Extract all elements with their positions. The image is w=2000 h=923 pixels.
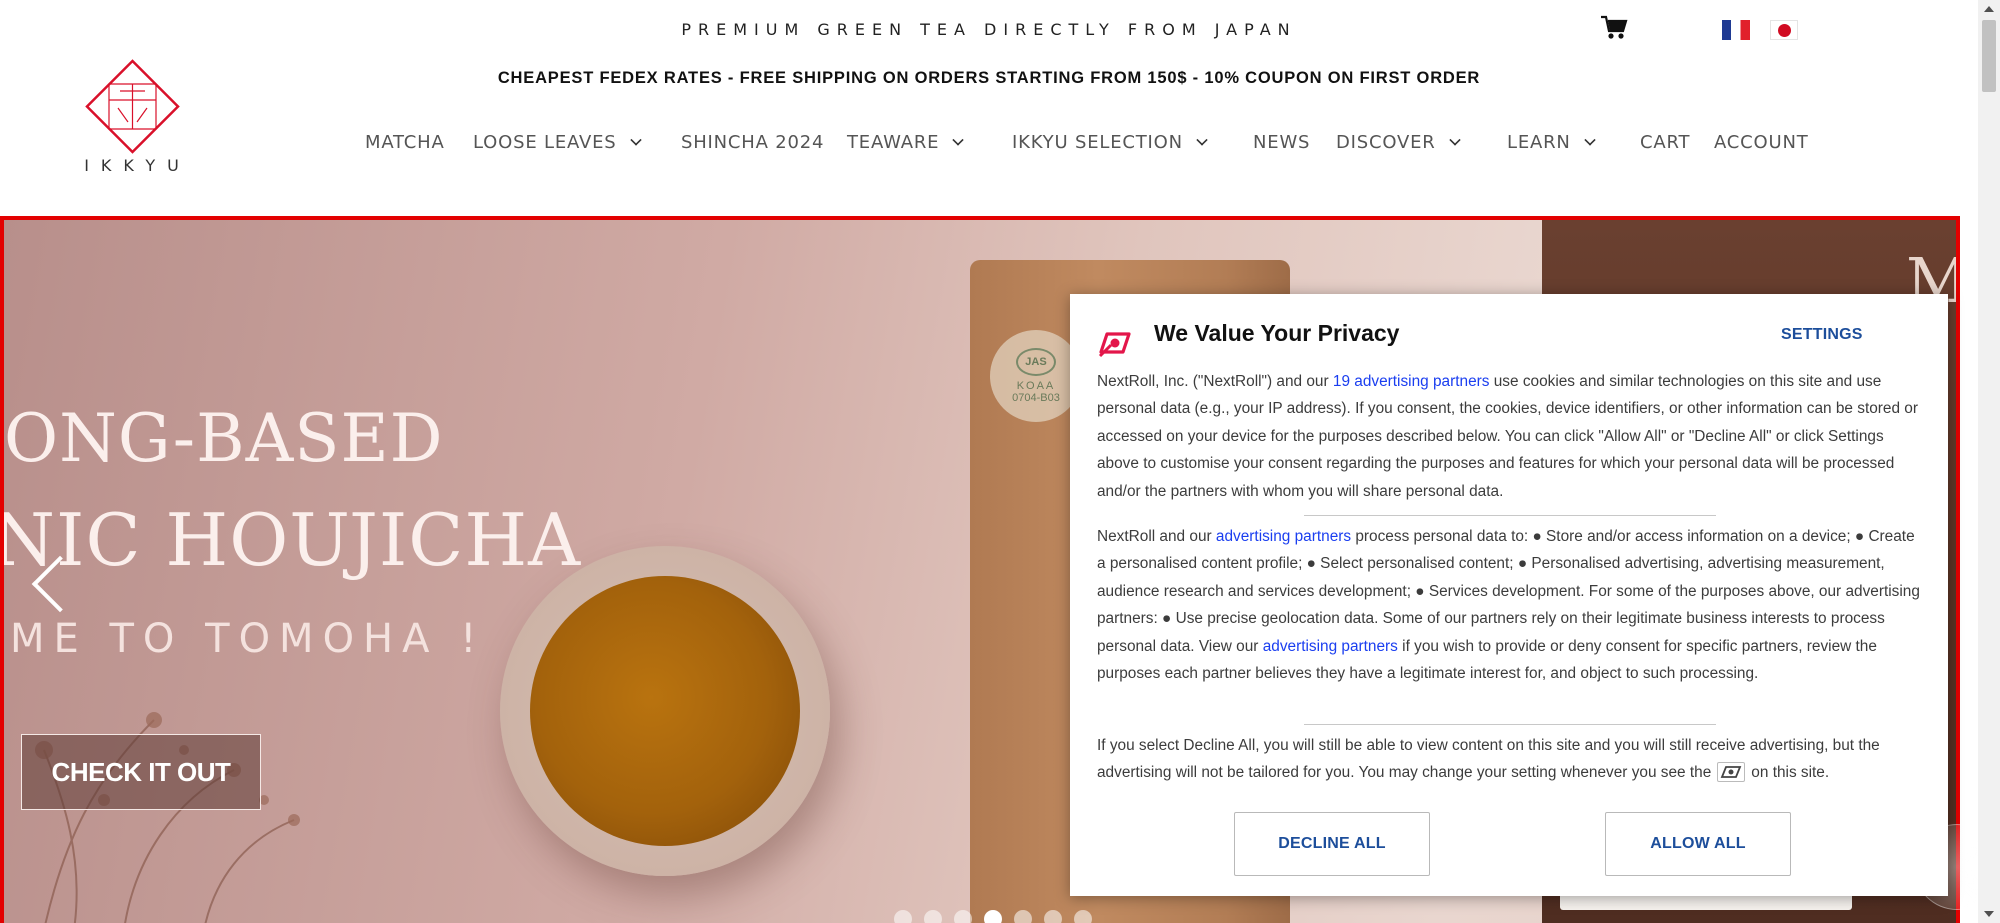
nav-item-label: DISCOVER: [1336, 132, 1436, 153]
promo-banner: CHEAPEST FEDEX RATES - FREE SHIPPING ON …: [497, 69, 1481, 87]
nav-item-shincha-2024[interactable]: SHINCHA 2024: [681, 132, 824, 153]
slide-dot[interactable]: [1014, 910, 1032, 923]
chevron-down-icon: [629, 133, 642, 146]
nav-item-matcha[interactable]: MATCHA: [365, 132, 445, 153]
nav-item-label: CART: [1640, 132, 1691, 153]
jas-sub-label: KOAA: [1016, 380, 1056, 392]
nav-item-label: LOOSE LEAVES: [473, 132, 617, 153]
slide-dot-active[interactable]: [984, 910, 1002, 923]
paragraph-text: on this site.: [1751, 764, 1830, 782]
nav-item-label: NEWS: [1253, 132, 1311, 153]
paragraph-text: NextRoll and our: [1097, 528, 1216, 545]
slide-dot[interactable]: [954, 910, 972, 923]
scroll-down-icon[interactable]: [1984, 911, 1994, 917]
scroll-up-icon[interactable]: [1984, 6, 1994, 12]
consent-settings-icon: [1717, 762, 1746, 783]
slide-dot[interactable]: [894, 910, 912, 923]
nav-item-account[interactable]: ACCOUNT: [1714, 132, 1809, 153]
tagline: PREMIUM GREEN TEA DIRECTLY FROM JAPAN: [681, 20, 1297, 39]
page-scrollbar[interactable]: [1978, 0, 2000, 923]
nav-item-label: IKKYU SELECTION: [1012, 132, 1183, 153]
chevron-down-icon: [1196, 133, 1208, 146]
nav-item-label: SHINCHA 2024: [681, 132, 825, 153]
chevron-down-icon: [1448, 133, 1461, 146]
nextroll-logo-icon: [1098, 332, 1131, 358]
advertising-partners-link[interactable]: advertising partners: [1263, 638, 1398, 655]
allow-all-button[interactable]: ALLOW ALL: [1605, 812, 1791, 876]
chevron-down-icon: [1584, 133, 1596, 146]
paragraph-text: use cookies and similar technologies on …: [1097, 373, 1918, 500]
nav-item-discover[interactable]: DISCOVER: [1336, 132, 1461, 153]
nav-item-cart[interactable]: CART: [1640, 132, 1690, 153]
main-nav: MATCHA LOOSE LEAVES SHINCHA 2024 TEAWARE…: [0, 132, 2000, 158]
slide-indicator: [894, 910, 1092, 923]
nav-item-label: TEAWARE: [847, 132, 940, 153]
tea-cup-image: [500, 546, 830, 876]
nav-item-learn[interactable]: LEARN: [1507, 132, 1596, 153]
dialog-title: We Value Your Privacy: [1154, 320, 1400, 346]
divider: [1304, 724, 1716, 725]
cart-icon[interactable]: [1600, 14, 1628, 40]
slide-dot[interactable]: [924, 910, 942, 923]
paragraph-text: NextRoll, Inc. ("NextRoll") and our: [1097, 373, 1333, 390]
nav-item-loose-leaves[interactable]: LOOSE LEAVES: [473, 132, 642, 153]
jas-code: 0704-B03: [1012, 392, 1060, 404]
check-it-out-button[interactable]: CHECK IT OUT: [21, 734, 261, 810]
nav-item-news[interactable]: NEWS: [1253, 132, 1310, 153]
settings-link[interactable]: SETTINGS: [1781, 326, 1863, 344]
scroll-thumb[interactable]: [1982, 20, 1996, 92]
consent-paragraph-3: If you select Decline All, you will stil…: [1097, 732, 1921, 787]
decline-all-button[interactable]: DECLINE ALL: [1234, 812, 1430, 876]
organic-jas-seal: JAS KOAA 0704-B03: [990, 330, 1082, 422]
divider: [1304, 515, 1716, 516]
flag-france-icon[interactable]: [1722, 20, 1750, 40]
tea-liquid: [530, 576, 800, 846]
hero-headline-1: ONG-BASED: [4, 400, 444, 477]
consent-paragraph-2: NextRoll and our advertising partners pr…: [1097, 523, 1921, 687]
nav-item-label: MATCHA: [365, 132, 445, 153]
nav-item-teaware[interactable]: TEAWARE: [847, 132, 964, 153]
nav-item-label: ACCOUNT: [1714, 132, 1809, 153]
consent-paragraph-1: NextRoll, Inc. ("NextRoll") and our 19 a…: [1097, 368, 1921, 505]
flag-japan-icon[interactable]: [1770, 20, 1798, 40]
jas-label: JAS: [1016, 348, 1056, 376]
site-logo[interactable]: IKKYU: [70, 56, 195, 180]
nav-item-ikkyu-selection[interactable]: IKKYU SELECTION: [1012, 132, 1208, 153]
advertising-partners-count-link[interactable]: 19 advertising partners: [1333, 373, 1490, 390]
privacy-consent-dialog: We Value Your Privacy SETTINGS NextRoll,…: [1070, 294, 1948, 896]
advertising-partners-link[interactable]: advertising partners: [1216, 528, 1351, 545]
logo-text: IKKYU: [84, 156, 191, 175]
chevron-down-icon: [952, 133, 964, 146]
slide-dot[interactable]: [1044, 910, 1062, 923]
hero-subheadline: ME TO TOMOHA !: [10, 616, 486, 662]
slide-dot[interactable]: [1074, 910, 1092, 923]
hero-headline-2: NIC HOUJICHA: [0, 498, 582, 582]
paragraph-text: process personal data to: ● Store and/or…: [1097, 528, 1920, 655]
nav-item-label: LEARN: [1507, 132, 1571, 153]
